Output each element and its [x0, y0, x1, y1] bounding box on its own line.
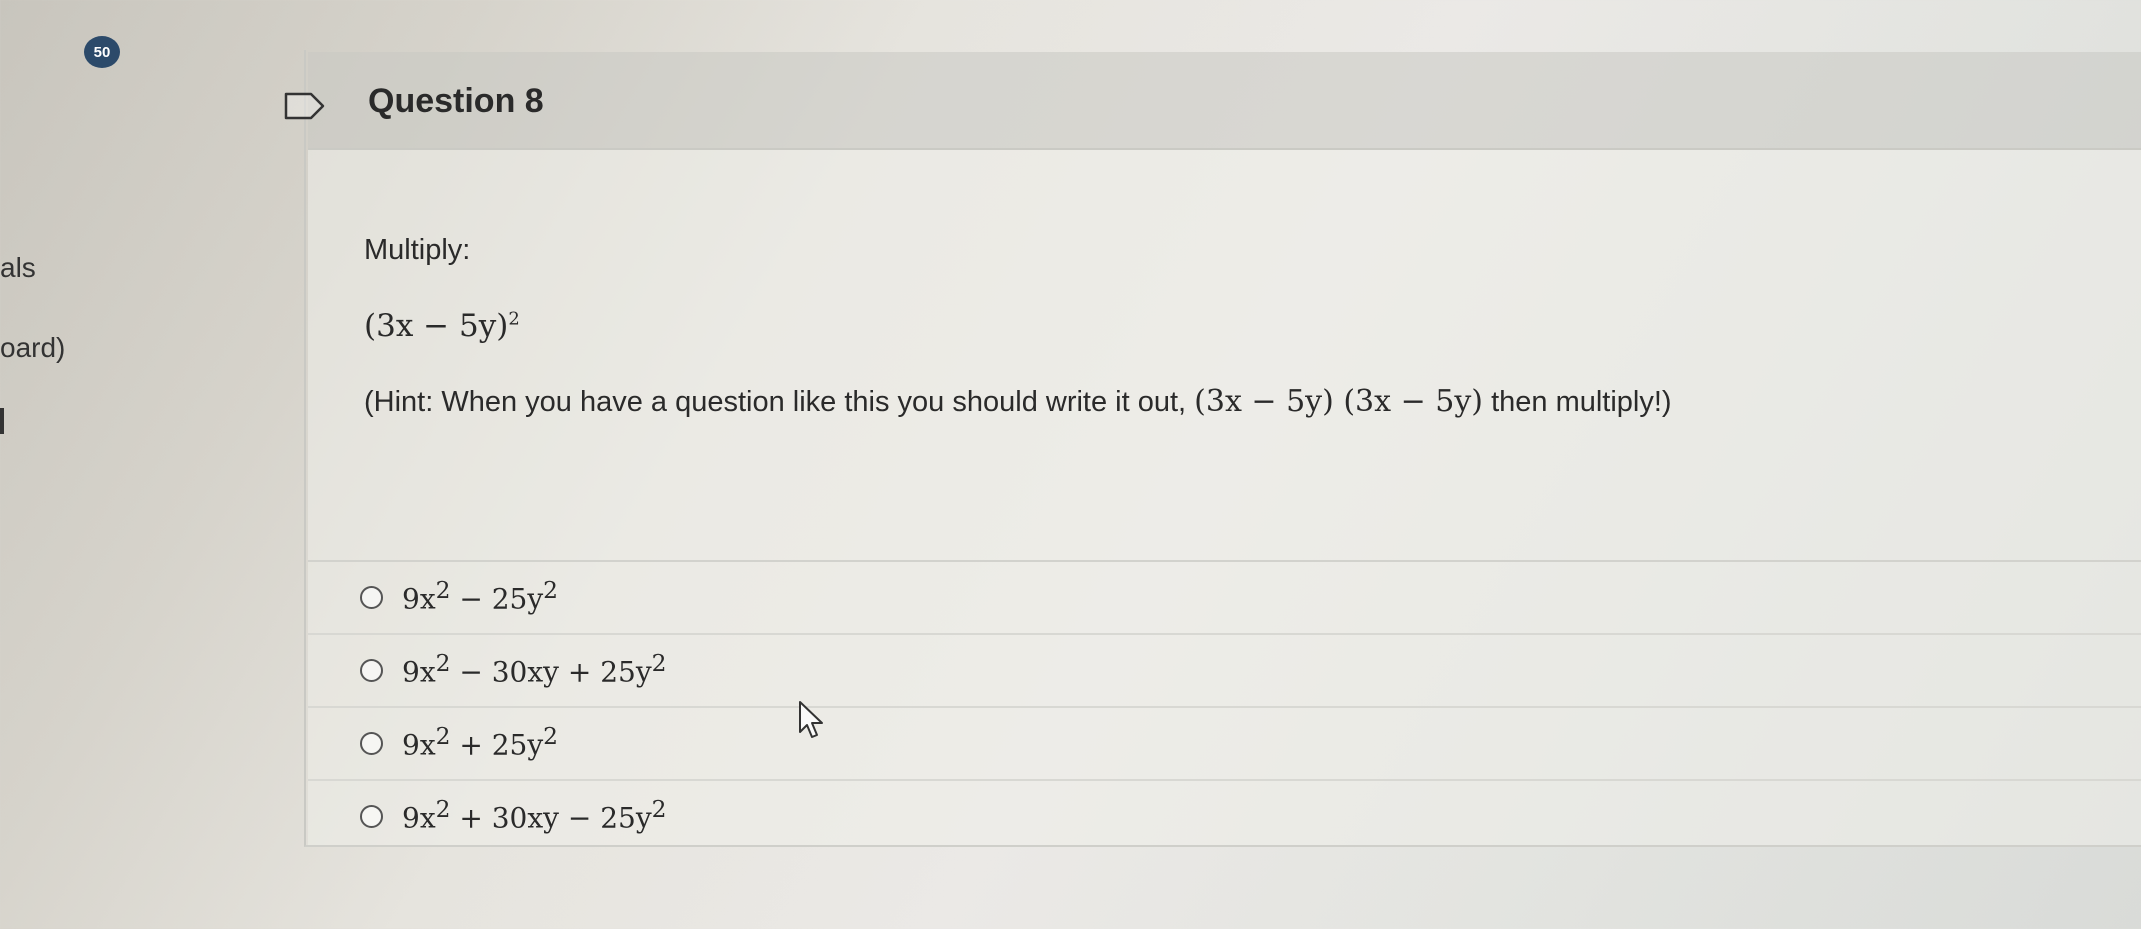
answer-options: 9x2 − 25y2 9x2 − 30xy + 25y2 9x2 + 25y2 … [308, 560, 2141, 852]
question-body: Multiply: (3x − 5y)2 (Hint: When you hav… [308, 150, 2141, 845]
radio-button-icon[interactable] [360, 659, 383, 682]
badge-count: 50 [93, 43, 111, 61]
radio-button-icon[interactable] [360, 805, 383, 828]
expression-exponent: 2 [508, 308, 520, 330]
question-card: Question 8 Multiply: (3x − 5y)2 (Hint: W… [304, 50, 2141, 847]
notification-badge[interactable]: 50 [84, 36, 120, 68]
question-prompt: Multiply: [364, 234, 471, 266]
expression-base: (3x − 5y) [364, 308, 509, 344]
answer-option-2[interactable]: 9x2 − 30xy + 25y2 [308, 635, 2141, 708]
hint-math: (3x − 5y) (3x − 5y) [1194, 384, 1484, 419]
answer-option-text: 9x2 − 30xy + 25y2 [402, 649, 667, 689]
radio-button-icon[interactable] [360, 586, 383, 609]
answer-option-4[interactable]: 9x2 + 30xy − 25y2 [308, 781, 2141, 852]
question-title: Question 8 [368, 82, 544, 120]
answer-option-3[interactable]: 9x2 + 25y2 [308, 708, 2141, 781]
question-hint: (Hint: When you have a question like thi… [364, 384, 1672, 419]
sidebar-item-2[interactable]: oard) [0, 332, 65, 364]
question-header: Question 8 [308, 52, 2141, 150]
answer-option-text: 9x2 + 25y2 [402, 722, 559, 762]
hint-suffix: then multiply!) [1483, 386, 1672, 418]
sidebar-item-1[interactable]: als [0, 252, 36, 284]
answer-option-text: 9x2 − 25y2 [402, 576, 559, 616]
hint-prefix: (Hint: When you have a question like thi… [364, 386, 1195, 418]
answer-option-1[interactable]: 9x2 − 25y2 [308, 562, 2141, 635]
mouse-cursor-icon [799, 701, 823, 738]
question-expression: (3x − 5y)2 [364, 308, 520, 344]
answer-option-text: 9x2 + 30xy − 25y2 [402, 795, 667, 835]
sidebar-item-3-fragment [0, 408, 4, 434]
radio-button-icon[interactable] [360, 732, 383, 755]
flag-icon[interactable] [283, 91, 327, 121]
